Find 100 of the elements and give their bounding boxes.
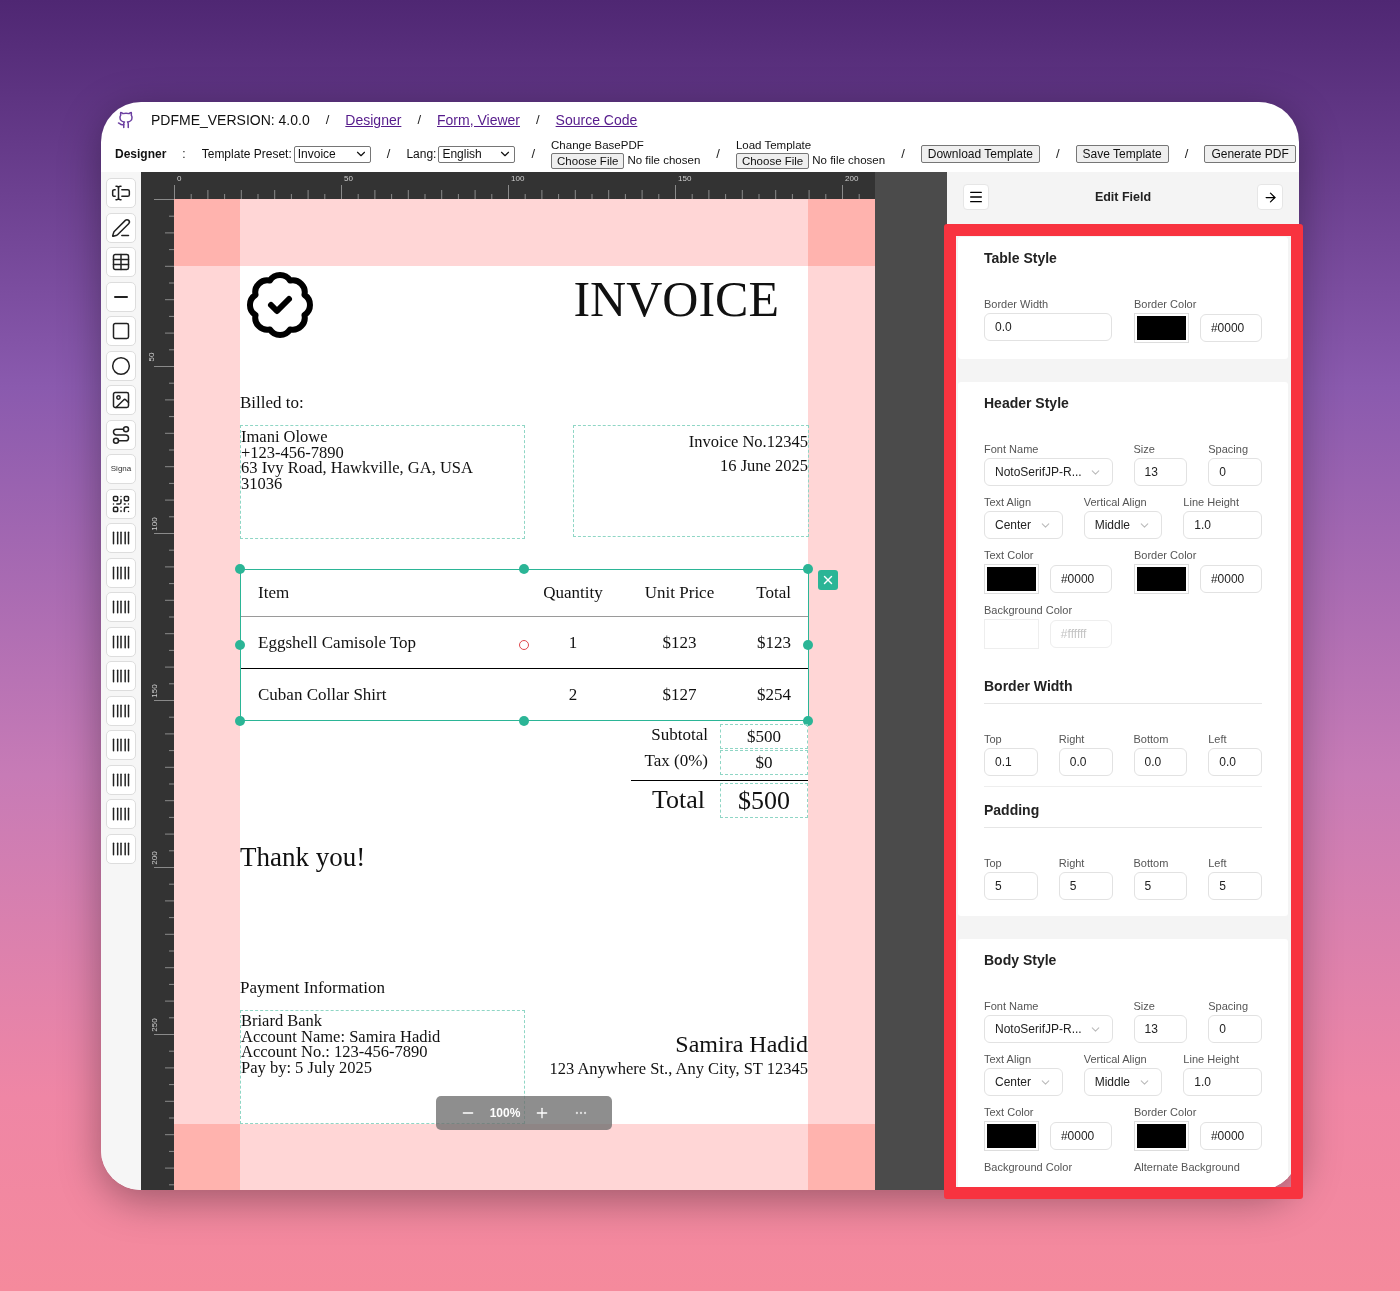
field-label: Spacing (1208, 442, 1248, 456)
tool-button[interactable] (106, 178, 136, 208)
barcode-icon (111, 528, 131, 548)
tool-button[interactable] (106, 316, 136, 346)
resize-handle[interactable] (235, 640, 245, 650)
field-label: Background Color (984, 1160, 1073, 1174)
tool-button[interactable] (106, 799, 136, 829)
ruler-label: 150 (150, 684, 159, 698)
qr-code-icon (111, 493, 131, 514)
ruler-label: 250 (150, 1018, 159, 1032)
signature-tool-button[interactable]: Signa (106, 454, 136, 484)
collapse-button[interactable] (1257, 184, 1283, 210)
tool-button[interactable] (106, 350, 136, 381)
address-line: +123-456-7890 (241, 444, 344, 461)
tool-button[interactable] (106, 695, 136, 726)
table-cell-text: $127 (661, 683, 698, 706)
number-field[interactable]: 13 (1133, 1015, 1188, 1043)
select-field[interactable]: Center (984, 511, 1063, 539)
github-icon[interactable] (117, 111, 135, 129)
designer-title: Designer (115, 146, 167, 163)
color-swatch[interactable] (1134, 313, 1189, 343)
field-label: Right (1058, 856, 1085, 870)
toolbar-button[interactable]: Download Template (920, 145, 1040, 163)
resize-handle[interactable] (235, 564, 245, 574)
tool-button[interactable] (106, 488, 136, 519)
margin-corner (808, 1124, 875, 1190)
tool-button[interactable] (106, 247, 136, 277)
select-field[interactable]: NotoSerifJP-R... (984, 1015, 1113, 1043)
nav-link[interactable]: Form, Viewer (437, 109, 520, 131)
number-field[interactable]: 0.0 (984, 313, 1112, 341)
tool-button[interactable] (106, 385, 136, 415)
tool-button[interactable] (106, 281, 136, 312)
color-swatch[interactable] (1134, 564, 1189, 594)
choose-file-button[interactable]: Choose File (735, 153, 810, 169)
payment-line: Account Name: Samira Hadid (241, 1028, 441, 1045)
hex-field[interactable]: #0000 (1049, 565, 1112, 593)
number-field[interactable]: 0.1 (984, 748, 1038, 776)
tool-button[interactable] (106, 523, 136, 553)
select-field[interactable]: Middle (1083, 511, 1163, 539)
select-field[interactable]: Center (984, 1068, 1063, 1096)
tool-button[interactable] (106, 557, 136, 588)
menu-button[interactable] (963, 184, 989, 210)
tool-button[interactable] (106, 661, 136, 691)
resize-handle[interactable] (519, 564, 529, 574)
number-field[interactable]: 0.0 (1058, 748, 1113, 776)
hex-field[interactable]: #0000 (1199, 1122, 1262, 1150)
tool-button[interactable] (106, 212, 136, 243)
field-label: Template Preset: (201, 146, 292, 163)
number-field[interactable]: 5 (984, 872, 1038, 900)
tool-button[interactable] (106, 833, 136, 864)
field-label: Alternate Background (1134, 1160, 1240, 1174)
choose-file-button[interactable]: Choose File (551, 153, 625, 169)
number-field[interactable]: 0.0 (1208, 748, 1262, 776)
slash-separator: / (417, 111, 421, 130)
tool-button[interactable] (106, 419, 136, 450)
delete-button[interactable] (818, 570, 838, 590)
hex-field[interactable]: #0000 (1199, 314, 1262, 342)
select-field[interactable]: Invoice (293, 145, 371, 163)
tool-button[interactable] (106, 626, 136, 657)
barcode-icon (111, 597, 131, 617)
select-field[interactable]: NotoSerifJP-R... (984, 458, 1113, 486)
resize-handle[interactable] (235, 716, 245, 726)
select-field[interactable]: English (438, 145, 516, 163)
hex-field[interactable]: #0000 (1199, 565, 1262, 593)
field-label: Vertical Align (1083, 1052, 1147, 1066)
nav-link[interactable]: Source Code (555, 109, 638, 131)
number-field[interactable]: 13 (1133, 458, 1188, 486)
resize-handle[interactable] (803, 564, 813, 574)
toolbar-button[interactable]: Save Template (1075, 145, 1169, 163)
column-handle[interactable] (519, 640, 529, 650)
field-label: Line Height (1183, 495, 1239, 509)
zoom-level-text: 100% (489, 1105, 521, 1122)
number-field[interactable]: 1.0 (1183, 511, 1262, 539)
resize-handle[interactable] (519, 716, 529, 726)
color-swatch[interactable] (984, 564, 1039, 594)
table-cell-text: 2 (567, 683, 579, 706)
resize-handle[interactable] (803, 716, 813, 726)
tool-button[interactable] (106, 592, 136, 622)
text-field-icon (111, 183, 131, 203)
hex-field[interactable]: #0000 (1049, 1122, 1112, 1150)
number-field[interactable]: 0.0 (1133, 748, 1188, 776)
number-field[interactable]: 0 (1208, 458, 1262, 486)
color-swatch[interactable] (1134, 1121, 1189, 1151)
select-field[interactable]: Middle (1083, 1068, 1163, 1096)
nav-link[interactable]: Designer (345, 109, 402, 131)
tool-button[interactable] (106, 764, 136, 795)
color-swatch[interactable] (984, 1121, 1039, 1151)
field-label: Lang: (406, 146, 437, 163)
resize-handle[interactable] (803, 640, 813, 650)
field-label: Right (1058, 732, 1085, 746)
number-field[interactable]: 0 (1208, 1015, 1262, 1043)
number-field[interactable]: 1.0 (1183, 1068, 1262, 1096)
number-field[interactable]: 5 (1058, 872, 1113, 900)
route-icon (111, 424, 131, 445)
tool-button[interactable] (106, 730, 136, 760)
number-field[interactable]: 5 (1208, 872, 1262, 900)
summary-value: $500 (720, 724, 808, 749)
slash-separator: / (1055, 145, 1060, 164)
number-field[interactable]: 5 (1133, 872, 1188, 900)
toolbar-button[interactable]: Generate PDF (1204, 145, 1296, 163)
